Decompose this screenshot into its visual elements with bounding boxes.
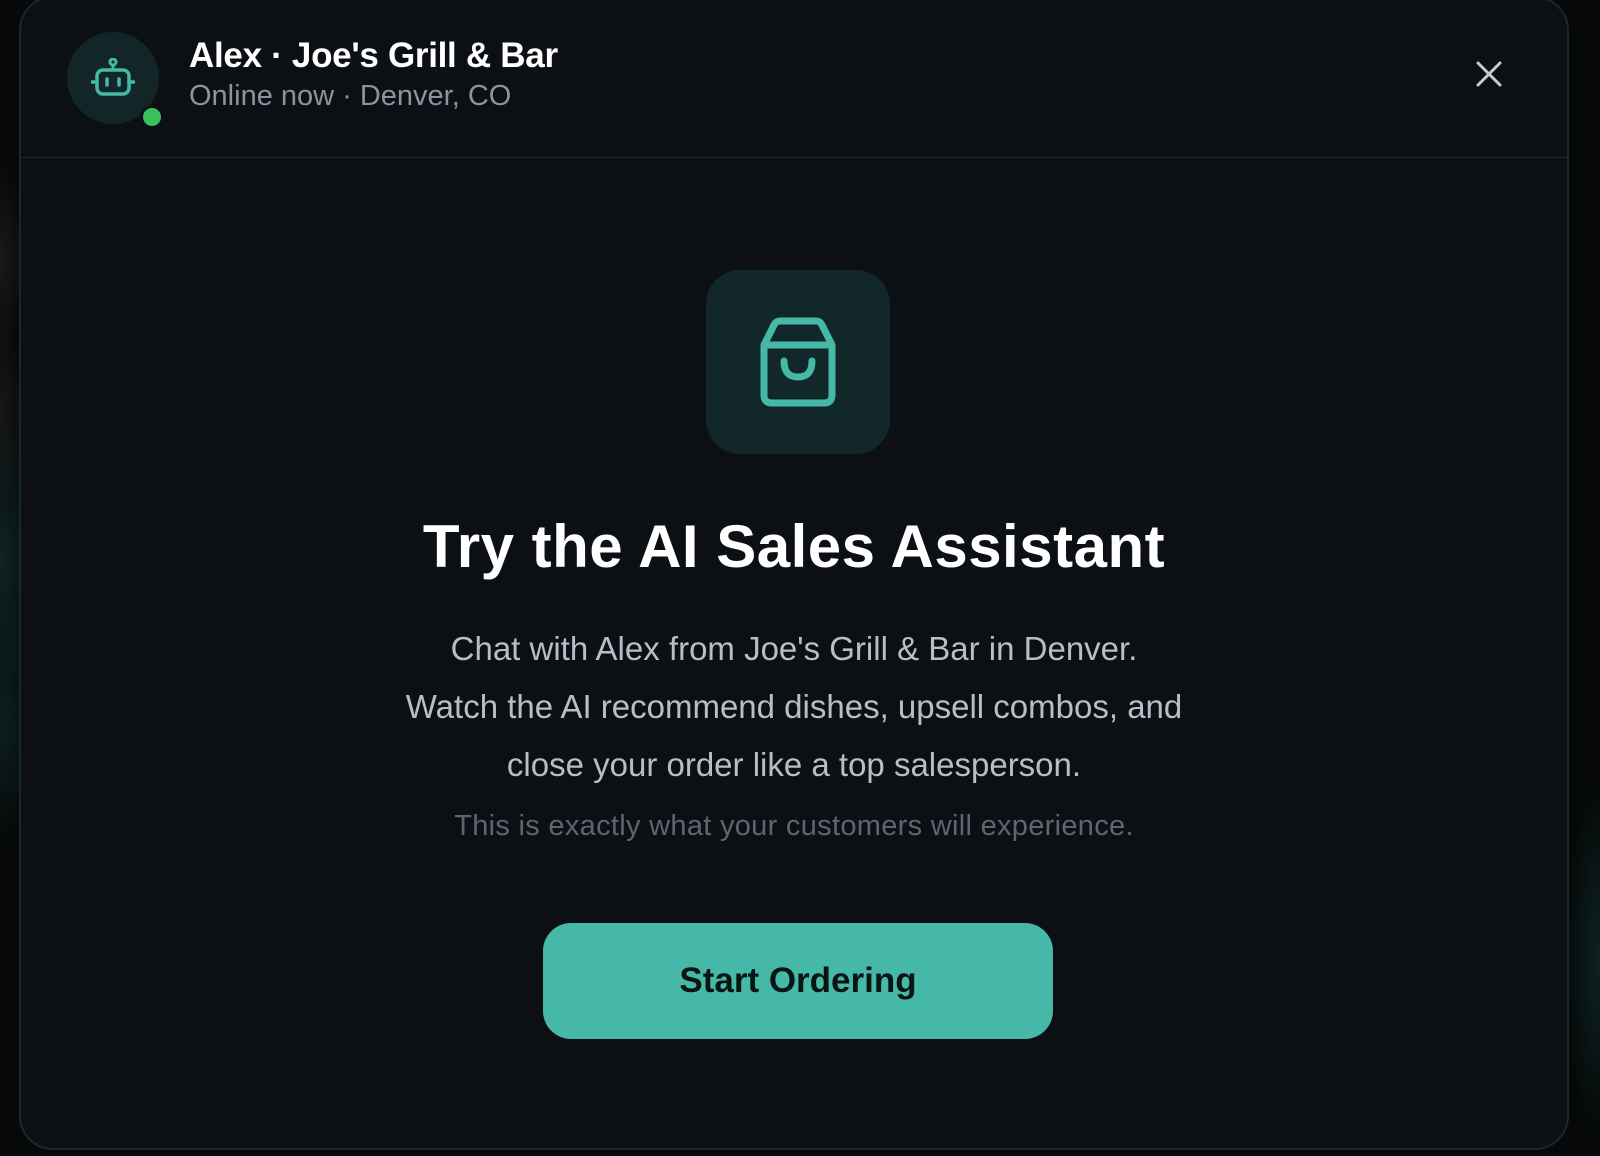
- hero-description: Chat with Alex from Joe's Grill & Bar in…: [21, 620, 1567, 794]
- close-button[interactable]: [1469, 54, 1509, 94]
- hero-title: Try the AI Sales Assistant: [422, 513, 1166, 580]
- description-line: Watch the AI recommend dishes, upsell co…: [405, 688, 1183, 725]
- description-line: Chat with Alex from Joe's Grill & Bar in…: [450, 630, 1138, 667]
- agent-name: Alex · Joe's Grill & Bar: [189, 36, 558, 75]
- hero-icon-tile: [706, 270, 890, 454]
- hero-note: This is exactly what your customers will…: [454, 810, 1134, 842]
- description-line: close your order like a top salesperson.: [506, 746, 1082, 783]
- agent-status: Online now · Denver, CO: [189, 80, 512, 112]
- shopping-bag-icon: [760, 317, 836, 407]
- close-icon: [1476, 61, 1502, 87]
- start-ordering-button[interactable]: Start Ordering: [543, 923, 1053, 1039]
- modal-header: Alex · Joe's Grill & Bar Online now · De…: [21, 0, 1567, 158]
- robot-icon: [91, 58, 135, 96]
- online-status-dot: [140, 105, 164, 129]
- chat-demo-modal: Alex · Joe's Grill & Bar Online now · De…: [19, 0, 1569, 1150]
